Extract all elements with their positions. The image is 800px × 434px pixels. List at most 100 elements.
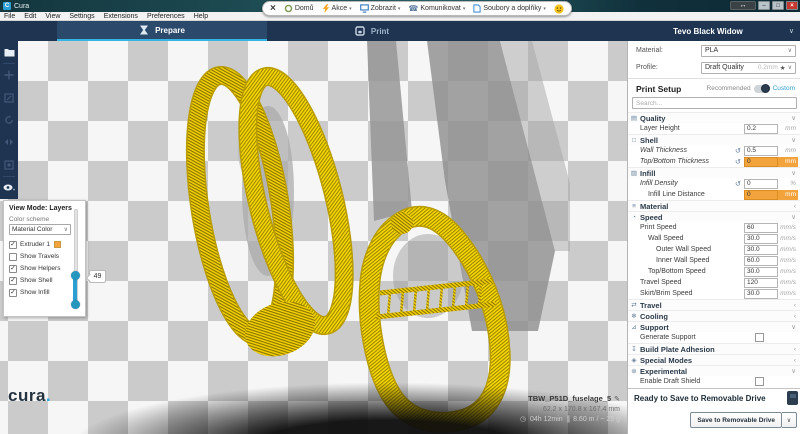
menu-extensions[interactable]: Extensions xyxy=(104,12,138,21)
remote-close-icon[interactable]: × xyxy=(270,4,276,14)
checkbox[interactable]: ✓ xyxy=(9,289,17,297)
remote-communicate-button[interactable]: ☎ Komunikovat ▾ xyxy=(408,4,465,13)
travel-speed-field[interactable]: 120 xyxy=(744,278,778,288)
value-wrap: 60mm/s xyxy=(744,223,798,233)
machine-selector[interactable]: Tevo Black Widow ∨ xyxy=(627,21,800,41)
top-bottom-speed-field[interactable]: 30.0 xyxy=(744,267,778,277)
output-footer: Ready to Save to Removable Drive Save to… xyxy=(628,388,800,434)
remote-files-button[interactable]: Soubory a doplňky ▾ xyxy=(473,4,546,13)
menu-view[interactable]: View xyxy=(45,12,60,21)
section-speed[interactable]: ◔Speed∨ xyxy=(628,211,800,222)
enable-draft-shield-checkbox[interactable] xyxy=(755,377,764,386)
maximize-button[interactable]: □ xyxy=(772,1,784,10)
checkbox[interactable]: ✓ xyxy=(9,241,17,249)
unit-label: mm xyxy=(778,147,798,154)
recommended-label[interactable]: Recommended xyxy=(707,85,751,92)
color-scheme-select[interactable]: Material Color ∨ xyxy=(9,224,71,235)
layer-slider-handle-bottom[interactable] xyxy=(71,300,80,309)
setting-label: Infill Line Distance xyxy=(648,191,744,198)
layer-height-field[interactable]: 0.2 xyxy=(744,124,778,134)
setting-row-wall-speed: Wall Speed30.0mm/s xyxy=(628,233,800,244)
save-options-chevron[interactable]: ∨ xyxy=(782,412,797,428)
checkbox[interactable] xyxy=(9,253,17,261)
skirt-brim-speed-field[interactable]: 30.0 xyxy=(744,289,778,299)
per-model-settings-tool[interactable] xyxy=(0,153,18,175)
setting-row-travel-speed: Travel Speed120mm/s xyxy=(628,277,800,288)
section-quality[interactable]: ▤Quality∨ xyxy=(628,112,800,123)
infill-line-distance-field[interactable]: 0 xyxy=(744,190,778,200)
unit-label: mm/s xyxy=(778,290,798,297)
chevron-open-icon: ∨ xyxy=(791,213,796,221)
rotate-tool[interactable] xyxy=(0,109,18,131)
remote-actions-button[interactable]: Akce ▾ xyxy=(322,4,352,13)
value-wrap: 0.5mm xyxy=(744,146,798,156)
chevron-open-icon: ∨ xyxy=(791,323,796,331)
setting-label: Wall Speed xyxy=(648,235,744,242)
minimize-button[interactable]: – xyxy=(758,1,770,10)
setting-row-infill-line-distance: Infill Line Distance0mm xyxy=(628,189,800,200)
unit-label: mm xyxy=(778,158,798,165)
generate-support-checkbox[interactable] xyxy=(755,333,764,342)
close-button[interactable]: × xyxy=(786,1,798,10)
checkbox[interactable]: ✓ xyxy=(9,277,17,285)
remote-view-button[interactable]: Zobrazit ▾ xyxy=(360,4,401,13)
cura-window: C Cura ↔ – □ × File Edit View Settings E… xyxy=(0,0,800,434)
setting-label: Top/Bottom Speed xyxy=(648,268,744,275)
menu-edit[interactable]: Edit xyxy=(24,12,36,21)
remote-home-button[interactable]: Domů xyxy=(284,4,314,13)
reset-icon[interactable]: ↺ xyxy=(735,147,744,155)
viewport-3d[interactable]: cura. TBW_P51D_fuselage_5✎ 62.2 x 170.8 … xyxy=(0,41,627,434)
section-cooling[interactable]: ❄Cooling‹ xyxy=(628,310,800,321)
infill-density-field[interactable]: 0 xyxy=(744,179,778,189)
section-shell[interactable]: □Shell∨ xyxy=(628,134,800,145)
tab-print[interactable]: Print xyxy=(267,21,477,41)
layer-number-flag: 49 xyxy=(89,270,106,283)
top-bottom-thickness-field[interactable]: 0 xyxy=(744,157,778,167)
profile-select[interactable]: Draft Quality 0.2mm ★ ∨ xyxy=(701,62,796,74)
custom-label[interactable]: Custom xyxy=(773,85,795,92)
reset-icon[interactable]: ↺ xyxy=(735,180,744,188)
rename-pencil-icon[interactable]: ✎ xyxy=(614,396,620,403)
reset-icon[interactable]: ↺ xyxy=(735,158,744,166)
mirror-tool[interactable] xyxy=(0,131,18,153)
save-to-removable-drive-button[interactable]: Save to Removable Drive xyxy=(690,412,782,428)
section-travel[interactable]: ⇄Travel‹ xyxy=(628,299,800,310)
section-infill[interactable]: ▨Infill∨ xyxy=(628,167,800,178)
section-build-plate-adhesion[interactable]: ↧Build Plate Adhesion‹ xyxy=(628,343,800,354)
setting-label: Inner Wall Speed xyxy=(656,257,744,264)
inner-wall-speed-field[interactable]: 60.0 xyxy=(744,256,778,266)
section-label: Infill xyxy=(640,169,791,178)
value-wrap: 0% xyxy=(744,179,798,189)
section-support[interactable]: ⊿Support∨ xyxy=(628,321,800,332)
material-select[interactable]: PLA ∨ xyxy=(701,45,796,57)
menu-file[interactable]: File xyxy=(4,12,15,21)
value-wrap: 0.2mm xyxy=(744,124,798,134)
view-mode-button[interactable] xyxy=(0,177,18,199)
menu-help[interactable]: Help xyxy=(194,12,208,21)
tab-prepare[interactable]: Prepare xyxy=(57,21,267,41)
print-speed-field[interactable]: 60 xyxy=(744,223,778,233)
menu-settings[interactable]: Settings xyxy=(69,12,94,21)
sliced-model-scene[interactable] xyxy=(150,41,570,434)
job-name: TBW_P51D_fuselage_5 xyxy=(528,394,611,403)
section-experimental[interactable]: ⊚Experimental∨ xyxy=(628,365,800,376)
smiley-icon[interactable] xyxy=(554,4,564,14)
section-material[interactable]: ≡Material‹ xyxy=(628,200,800,211)
outer-wall-speed-field[interactable]: 30.0 xyxy=(744,245,778,255)
setup-mode-toggle[interactable] xyxy=(754,85,770,93)
search-input[interactable] xyxy=(632,97,797,109)
section-label: Special Modes xyxy=(640,356,794,365)
wall-speed-field[interactable]: 30.0 xyxy=(744,234,778,244)
layer-slider-handle-top[interactable] xyxy=(71,271,80,280)
value-wrap: 0mm xyxy=(744,157,798,167)
scale-tool[interactable] xyxy=(0,87,18,109)
value-wrap: 30.0mm/s xyxy=(744,234,798,244)
toolbar-pin-button[interactable]: ↔ xyxy=(730,1,756,10)
section-special-modes[interactable]: ◈Special Modes‹ xyxy=(628,354,800,365)
move-tool[interactable] xyxy=(0,64,18,86)
star-icon[interactable]: ★ xyxy=(780,64,786,72)
checkbox[interactable]: ✓ xyxy=(9,265,17,273)
wall-thickness-field[interactable]: 0.5 xyxy=(744,146,778,156)
open-file-button[interactable] xyxy=(0,41,18,63)
menu-preferences[interactable]: Preferences xyxy=(147,12,185,21)
